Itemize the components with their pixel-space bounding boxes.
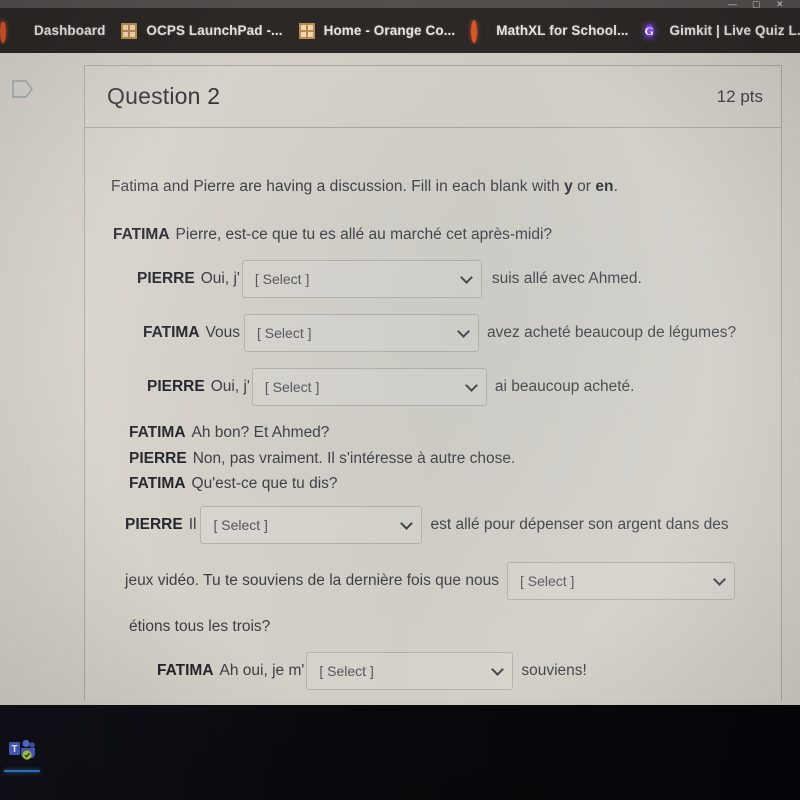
select-value: [ Select ]: [213, 516, 268, 533]
chevron-down-icon: [400, 517, 414, 530]
taskbar: T: [0, 705, 800, 800]
chevron-down-icon: [457, 325, 470, 339]
bookmark-home-orange-county[interactable]: Home - Orange Co...: [292, 8, 465, 53]
speaker-label: FATIMA: [113, 226, 170, 243]
svg-text:T: T: [11, 744, 17, 755]
chevron-down-icon: [464, 379, 478, 393]
dialogue-line: FATIMA Vous [ Select ] avez acheté beauc…: [143, 314, 751, 353]
dialogue-text: Pierre, est-ce que tu es allé au marché …: [175, 226, 553, 243]
dialogue-text-after: avez acheté beaucoup de légumes?: [487, 324, 737, 342]
dialogue-text-before: Vous: [205, 324, 241, 342]
dialogue-line: PIERRE Oui, j' [ Select ] ai beaucoup ac…: [147, 368, 751, 407]
speaker-label: FATIMA: [157, 662, 214, 680]
window-titlebar: — ▢ ✕: [0, 0, 800, 9]
select-value: [ Select ]: [519, 572, 575, 589]
dialogue-plain-group: FATIMA Ah bon? Et Ahmed? PIERRE Non, pas…: [129, 422, 751, 495]
select-dropdown-2[interactable]: [ Select ]: [244, 314, 480, 353]
bookmark-dashboard[interactable]: Dashboard: [0, 8, 114, 53]
instructions-prefix: Fatima and Pierre are having a discussio…: [111, 178, 565, 195]
speaker-label: FATIMA: [129, 424, 186, 442]
select-dropdown-6[interactable]: [ Select ]: [306, 652, 514, 691]
dialogue-line: étions tous les trois?: [129, 616, 751, 638]
chevron-down-icon: [491, 663, 505, 677]
bookmark-ocps-launchpad[interactable]: OCPS LaunchPad -...: [114, 8, 291, 53]
question-body: Fatima and Pierre are having a discussio…: [85, 128, 781, 691]
dialogue-text-before: Il: [188, 515, 197, 533]
dialogue-text-after: suis allé avec Ahmed.: [491, 270, 642, 288]
bookmark-label: MathXL for School...: [496, 23, 629, 38]
bookmark-label: OCPS LaunchPad -...: [146, 23, 283, 38]
dialogue-line: FATIMA Ah bon? Et Ahmed?: [129, 422, 751, 444]
dialogue-text-before: Oui, j': [200, 270, 240, 288]
bookmarks-bar: Dashboard OCPS LaunchPad -... Home - Ora…: [0, 8, 800, 53]
bookmark-gimkit[interactable]: G Gimkit | Live Quiz L...: [638, 8, 800, 53]
speaker-label: FATIMA: [143, 324, 200, 342]
dialogue-line: jeux vidéo. Tu te souviens de la dernièr…: [125, 561, 751, 600]
chevron-down-icon: [459, 271, 473, 285]
dialogue-text: Qu'est-ce que tu dis?: [191, 475, 338, 493]
dialogue-line: PIERRE Il [ Select ] est allé pour dépen…: [125, 505, 751, 544]
gimkit-g-icon: G: [644, 22, 662, 39]
screen: — ▢ ✕ Dashboard OCPS LaunchPad -... Home…: [0, 0, 800, 800]
select-value: [ Select ]: [254, 271, 310, 288]
speaker-label: PIERRE: [125, 515, 183, 533]
instructions-text: Fatima and Pierre are having a discussio…: [111, 178, 751, 196]
ocps-grid-icon: [298, 22, 316, 39]
instructions-mid: or: [572, 178, 596, 195]
select-dropdown-5[interactable]: [ Select ]: [506, 561, 735, 600]
dialogue-text-after: souviens!: [521, 662, 587, 680]
dialogue-line: FATIMA Pierre, est-ce que tu es allé au …: [113, 224, 751, 246]
dialogue-line: FATIMA Ah oui, je m' [ Select ] souviens…: [157, 652, 751, 691]
instructions-bold-y: y: [564, 178, 573, 195]
speaker-label: PIERRE: [147, 378, 205, 396]
page-title: Question 2: [107, 83, 221, 109]
dialogue-text-after: est allé pour dépenser son argent dans d…: [430, 515, 729, 533]
dialogue-line: PIERRE Oui, j' [ Select ] suis allé avec…: [137, 260, 751, 299]
taskbar-active-indicator: [4, 770, 40, 772]
question-card: Question 2 12 pts Fatima and Pierre are …: [84, 65, 782, 701]
dialogue-text: Ah bon? Et Ahmed?: [191, 424, 330, 442]
dialogue-text-before: Oui, j': [210, 378, 250, 396]
dialogue-text: étions tous les trois?: [129, 617, 271, 635]
instructions-bold-en: en: [595, 178, 614, 195]
select-value: [ Select ]: [264, 379, 320, 396]
ocps-grid-icon: [121, 22, 138, 39]
select-value: [ Select ]: [257, 325, 312, 342]
speaker-label: PIERRE: [137, 270, 195, 288]
bookmark-mathxl[interactable]: MathXL for School...: [464, 8, 637, 53]
quiz-page: Question 2 12 pts Fatima and Pierre are …: [0, 53, 800, 705]
canvas-ring-icon: [0, 20, 26, 43]
chevron-down-icon: [713, 573, 726, 586]
dialogue-text-before: jeux vidéo. Tu te souviens de la dernièr…: [125, 571, 499, 589]
dialogue-text: Non, pas vraiment. Il s'intéresse à autr…: [192, 449, 516, 467]
instructions-suffix: .: [613, 178, 618, 195]
dialogue-line: PIERRE Non, pas vraiment. Il s'intéresse…: [129, 448, 751, 470]
gimkit-letter: G: [644, 24, 654, 38]
select-value: [ Select ]: [319, 663, 374, 680]
select-dropdown-3[interactable]: [ Select ]: [251, 368, 487, 407]
select-dropdown-4[interactable]: [ Select ]: [200, 505, 423, 544]
dialogue-text-after: ai beaucoup acheté.: [494, 378, 635, 396]
dialogue-text-before: Ah oui, je m': [219, 662, 305, 680]
teams-icon[interactable]: T: [8, 737, 36, 761]
mathxl-ring-icon: [471, 20, 488, 43]
dialogue-line: FATIMA Qu'est-ce que tu dis?: [129, 473, 751, 495]
speaker-label: FATIMA: [129, 475, 186, 493]
bookmark-label: Dashboard: [34, 23, 106, 38]
bookmark-label: Home - Orange Co...: [323, 23, 456, 38]
flag-outline-icon[interactable]: [12, 79, 34, 99]
bookmark-label: Gimkit | Live Quiz L...: [669, 23, 800, 38]
speaker-label: PIERRE: [129, 449, 187, 467]
question-header: Question 2 12 pts: [85, 66, 781, 128]
select-dropdown-1[interactable]: [ Select ]: [241, 260, 482, 299]
points-badge: 12 pts: [716, 86, 763, 106]
